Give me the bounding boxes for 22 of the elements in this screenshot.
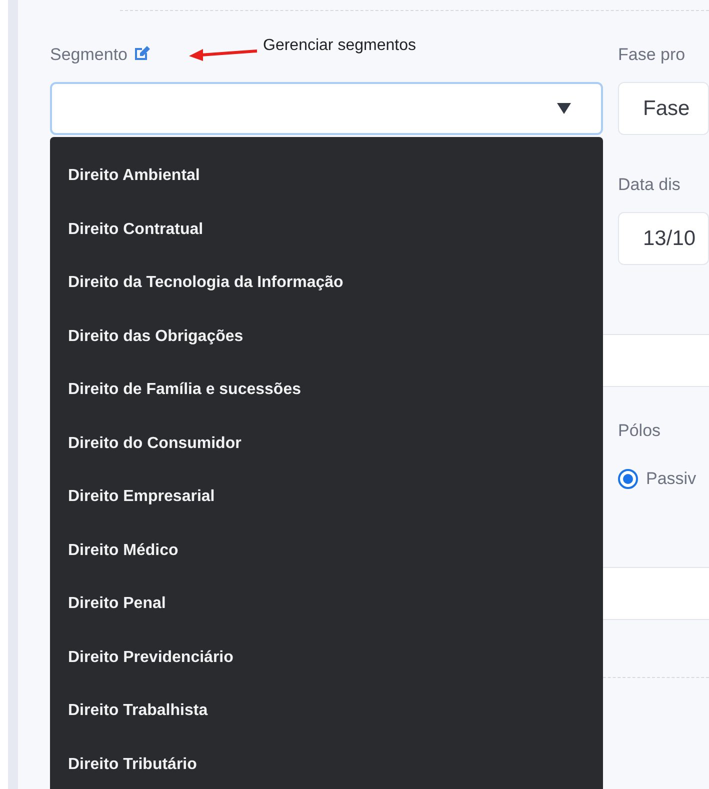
field-label: Pólos (618, 420, 662, 442)
dropdown-option[interactable]: Direito das Obrigações (50, 310, 603, 363)
dropdown-option[interactable]: Direito da Tecnologia da Informação (50, 256, 603, 310)
dropdown-option[interactable]: Direito Previdenciário (50, 630, 603, 684)
caret-icon (557, 103, 571, 114)
phase-field[interactable]: Fase (618, 82, 709, 135)
annotation-text: Gerenciar segmentos (263, 36, 416, 56)
field-label: Fase pro (618, 44, 686, 66)
field-label: Segmento (50, 45, 128, 64)
dropdown-option[interactable]: Direito Médico (50, 524, 603, 577)
dropdown-option[interactable]: Direito Ambiental (50, 149, 603, 202)
date-field[interactable]: 13/10 (618, 212, 709, 265)
radio-button[interactable] (618, 468, 638, 489)
dropdown-option[interactable]: Direito Tributário (50, 738, 603, 789)
dropdown-option[interactable]: Direito Empresarial (50, 470, 603, 524)
dropdown-option[interactable]: Direito Trabalhista (50, 684, 603, 738)
field-label: Data dis (618, 174, 682, 196)
radio-label: Passiv (646, 468, 696, 490)
dropdown-option[interactable]: Direito do Consumidor (50, 416, 603, 470)
dropdown-option[interactable]: Direito Penal (50, 577, 603, 630)
dropdown-option[interactable]: Direito de Família e sucessões (50, 363, 603, 416)
dropdown-option[interactable]: Direito Contratual (50, 202, 603, 256)
